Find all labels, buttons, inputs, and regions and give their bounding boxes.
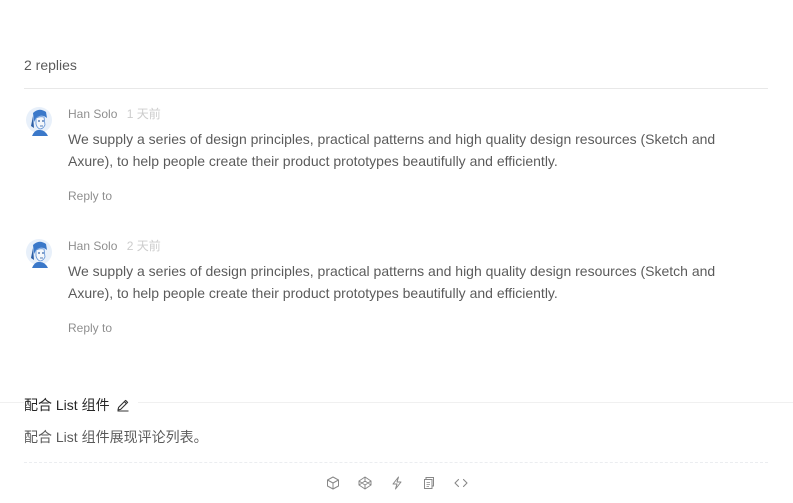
reply-to-link[interactable]: Reply to — [68, 189, 112, 203]
code-expand-icon[interactable] — [453, 476, 468, 490]
codesandbox-icon[interactable] — [326, 476, 340, 490]
code-toolbar — [0, 474, 793, 492]
comment-time: 2 天前 — [126, 239, 161, 253]
comment-text: We supply a series of design principles,… — [68, 131, 716, 169]
comment-text: We supply a series of design principles,… — [68, 263, 716, 301]
doc-dashed-divider — [24, 462, 768, 463]
doc-description: 配合 List 组件展现评论列表。 — [24, 429, 208, 445]
thunderbolt-icon[interactable] — [390, 476, 404, 490]
list-divider — [24, 88, 768, 89]
comment-author: Han Solo — [68, 107, 118, 121]
reply-to-link[interactable]: Reply to — [68, 321, 112, 335]
replies-count-header: 2 replies — [24, 57, 77, 73]
comment-time: 1 天前 — [126, 107, 161, 121]
edit-icon[interactable] — [116, 398, 130, 412]
avatar — [24, 106, 56, 138]
avatar — [24, 238, 56, 270]
doc-title-text: 配合 List 组件 — [24, 397, 110, 413]
codepen-icon[interactable] — [358, 476, 372, 490]
comment-author: Han Solo — [68, 239, 118, 253]
doc-section-title: 配合 List 组件 — [24, 396, 138, 414]
copy-icon[interactable] — [422, 476, 436, 490]
